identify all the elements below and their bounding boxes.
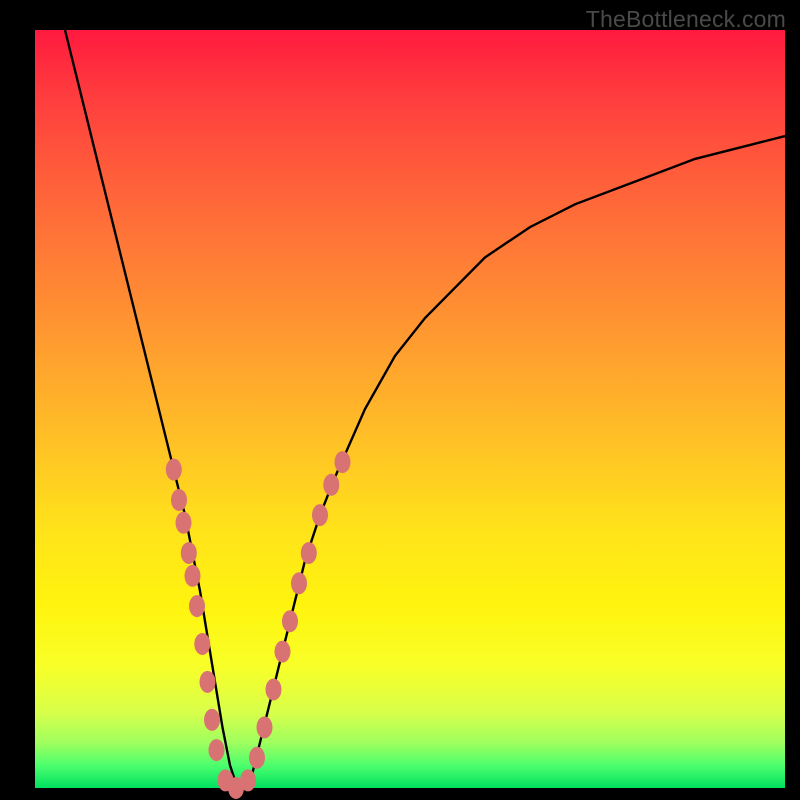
curve-marker (291, 572, 307, 594)
curve-marker (312, 504, 328, 526)
curve-marker (335, 451, 351, 473)
plot-area (35, 30, 785, 788)
curve-marker (185, 565, 201, 587)
curve-marker (301, 542, 317, 564)
curve-marker (166, 459, 182, 481)
watermark-text: TheBottleneck.com (586, 6, 786, 33)
curve-marker (257, 716, 273, 738)
curve-marker (171, 489, 187, 511)
curve-layer (35, 30, 785, 788)
curve-marker (282, 610, 298, 632)
curve-marker (204, 709, 220, 731)
chart-frame: TheBottleneck.com (0, 0, 800, 800)
curve-marker (249, 747, 265, 769)
curve-marker (240, 769, 256, 791)
curve-marker (181, 542, 197, 564)
bottleneck-curve (65, 30, 785, 788)
curve-marker (194, 633, 210, 655)
curve-markers (166, 451, 351, 799)
curve-marker (189, 595, 205, 617)
curve-marker (323, 474, 339, 496)
curve-marker (266, 679, 282, 701)
curve-marker (200, 671, 216, 693)
curve-marker (275, 641, 291, 663)
curve-marker (176, 512, 192, 534)
curve-marker (209, 739, 225, 761)
